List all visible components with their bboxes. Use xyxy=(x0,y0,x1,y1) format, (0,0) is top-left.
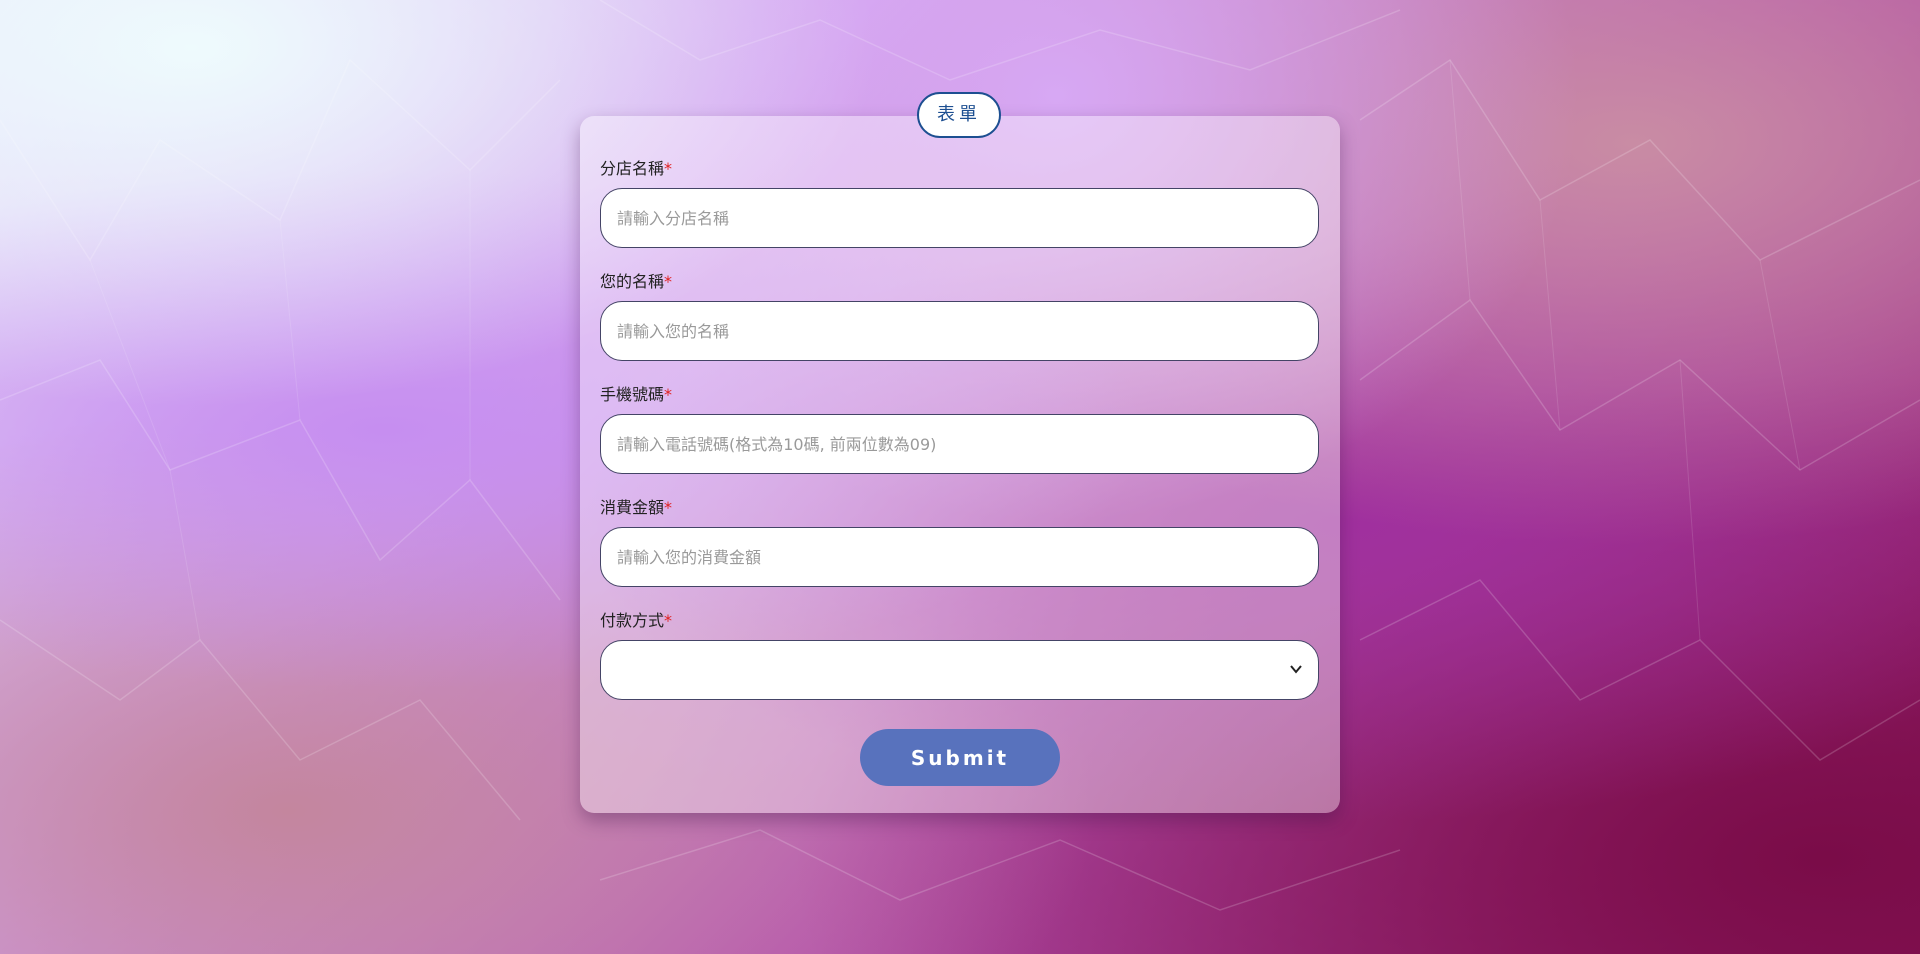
payment-method-label-text: 付款方式 xyxy=(600,611,665,630)
payment-method-select[interactable] xyxy=(600,640,1319,700)
required-mark: * xyxy=(664,159,673,178)
spend-amount-label: 消費金額* xyxy=(600,498,672,518)
submit-button[interactable]: Submit xyxy=(860,729,1060,786)
phone-number-label: 手機號碼* xyxy=(600,385,672,405)
branch-name-label-text: 分店名稱 xyxy=(600,159,665,178)
required-mark: * xyxy=(664,272,673,291)
spend-amount-label-text: 消費金額 xyxy=(600,498,665,517)
required-mark: * xyxy=(664,385,673,404)
your-name-label-text: 您的名稱 xyxy=(600,272,665,291)
chevron-down-icon xyxy=(1290,665,1302,674)
required-mark: * xyxy=(664,498,673,517)
phone-number-label-text: 手機號碼 xyxy=(600,385,665,404)
branch-name-label: 分店名稱* xyxy=(600,159,672,179)
payment-method-label: 付款方式* xyxy=(600,611,672,631)
spend-amount-input[interactable] xyxy=(600,527,1319,587)
form-title-badge: 表單 xyxy=(917,92,1001,138)
required-mark: * xyxy=(664,611,673,630)
your-name-input[interactable] xyxy=(600,301,1319,361)
branch-name-input[interactable] xyxy=(600,188,1319,248)
phone-number-input[interactable] xyxy=(600,414,1319,474)
your-name-label: 您的名稱* xyxy=(600,272,672,292)
